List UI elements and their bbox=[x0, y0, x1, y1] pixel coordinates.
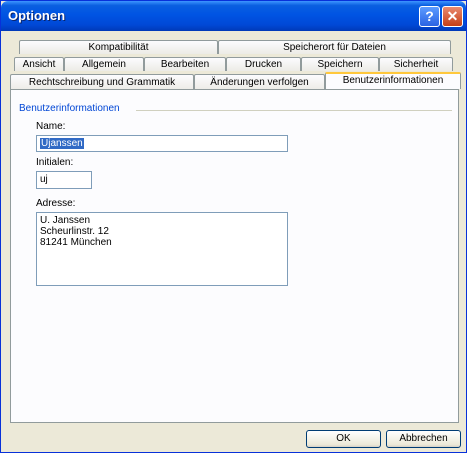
address-line-2: Scheurlinstr. 12 bbox=[40, 226, 109, 237]
tab-row-2: Ansicht Allgemein Bearbeiten Drucken Spe… bbox=[14, 57, 453, 71]
tab-row-3: Rechtschreibung und Grammatik Änderungen… bbox=[10, 72, 461, 90]
group-divider bbox=[136, 110, 452, 111]
help-icon: ? bbox=[425, 8, 434, 24]
ok-button[interactable]: OK bbox=[306, 430, 381, 448]
tab-speichern[interactable]: Speichern bbox=[301, 57, 379, 71]
tab-benutzerinformationen[interactable]: Benutzerinformationen bbox=[325, 72, 461, 89]
tab-speicherort[interactable]: Speicherort für Dateien bbox=[218, 40, 451, 54]
window-title: Optionen bbox=[8, 8, 66, 23]
cancel-button[interactable]: Abbrechen bbox=[386, 430, 461, 448]
tab-ansicht[interactable]: Ansicht bbox=[14, 57, 64, 71]
address-line-1: U. Janssen bbox=[40, 215, 91, 226]
initials-value: uj bbox=[40, 174, 48, 185]
group-label: Benutzerinformationen bbox=[19, 103, 124, 114]
address-textarea[interactable]: U. Janssen Scheurlinstr. 12 81241 Münche… bbox=[36, 212, 288, 286]
tab-drucken[interactable]: Drucken bbox=[226, 57, 301, 71]
close-icon: ✕ bbox=[446, 8, 459, 24]
tab-row-1: Kompatibilität Speicherort für Dateien bbox=[19, 40, 451, 54]
name-input[interactable]: Ujanssen bbox=[36, 135, 288, 152]
title-bar[interactable]: Optionen ? ✕ bbox=[1, 1, 466, 31]
address-label: Adresse: bbox=[36, 198, 76, 209]
close-button[interactable]: ✕ bbox=[442, 6, 463, 27]
name-value: Ujanssen bbox=[40, 138, 84, 149]
tab-kompatibilitaet[interactable]: Kompatibilität bbox=[19, 40, 218, 54]
tab-aenderungen[interactable]: Änderungen verfolgen bbox=[194, 74, 325, 90]
name-label: Name: bbox=[36, 121, 66, 132]
tab-allgemein[interactable]: Allgemein bbox=[64, 57, 144, 71]
address-line-3: 81241 München bbox=[40, 237, 112, 248]
initials-input[interactable]: uj bbox=[36, 171, 92, 189]
help-button[interactable]: ? bbox=[419, 6, 440, 27]
tab-rechtschreibung[interactable]: Rechtschreibung und Grammatik bbox=[10, 74, 194, 90]
tab-sicherheit[interactable]: Sicherheit bbox=[379, 57, 453, 71]
tab-bearbeiten[interactable]: Bearbeiten bbox=[144, 57, 226, 71]
initials-label: Initialen: bbox=[36, 157, 74, 168]
